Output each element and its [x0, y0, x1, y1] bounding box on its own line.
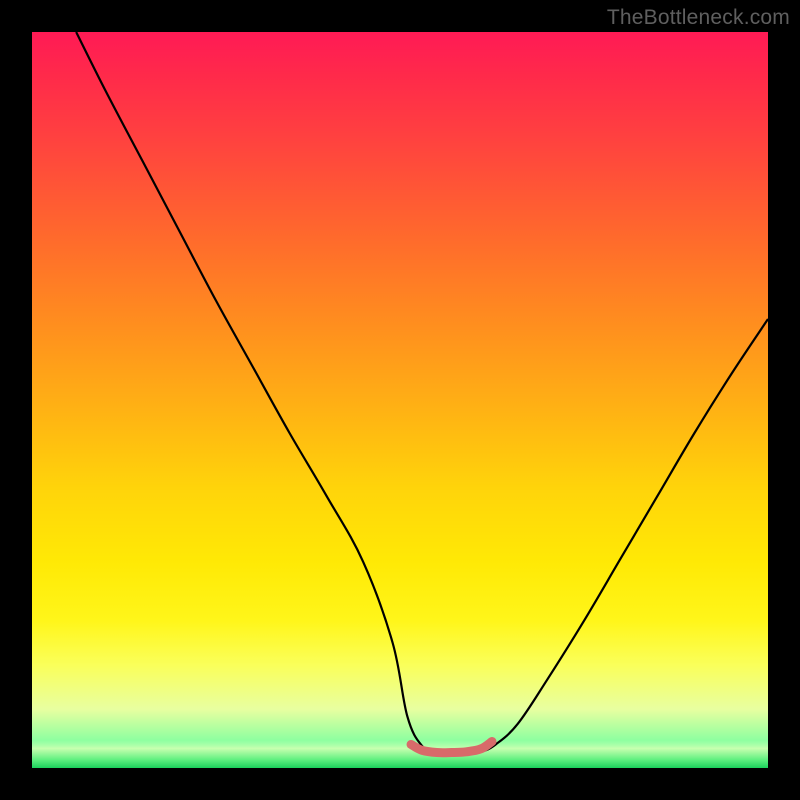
highlight-flat-zone — [411, 742, 492, 753]
bottleneck-curve — [76, 32, 768, 754]
chart-frame: TheBottleneck.com — [0, 0, 800, 800]
curve-svg — [32, 32, 768, 768]
watermark-text: TheBottleneck.com — [607, 6, 790, 30]
plot-area — [32, 32, 768, 768]
